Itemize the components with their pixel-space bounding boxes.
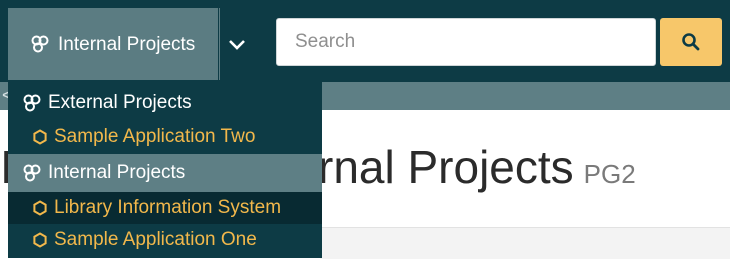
project-dropdown-menu: External Projects Sample Application Two… bbox=[8, 80, 322, 258]
menu-app-sample-application-two[interactable]: Sample Application Two bbox=[8, 121, 322, 153]
hexagon-icon bbox=[33, 129, 47, 145]
menu-group-external-projects[interactable]: External Projects bbox=[8, 87, 322, 119]
page-title-rest: rnal Projects bbox=[318, 141, 574, 193]
menu-item-label: Internal Projects bbox=[48, 162, 186, 183]
current-project-label: Internal Projects bbox=[58, 34, 196, 55]
chevron-down-icon bbox=[229, 40, 245, 50]
hexagon-icon bbox=[33, 200, 47, 216]
hexagon-icon bbox=[33, 232, 47, 248]
project-switcher[interactable]: Internal Projects bbox=[8, 8, 254, 82]
menu-item-label: Sample Application One bbox=[54, 229, 257, 250]
project-group-icon bbox=[23, 94, 41, 112]
search-button[interactable] bbox=[660, 18, 722, 66]
top-navbar: Internal Projects bbox=[0, 0, 730, 82]
search-input[interactable] bbox=[276, 18, 656, 66]
project-switcher-toggle[interactable] bbox=[220, 8, 254, 82]
menu-item-label: Sample Application Two bbox=[54, 126, 256, 147]
menu-app-library-information-system[interactable]: Library Information System bbox=[8, 192, 322, 224]
project-code: PG2 bbox=[583, 159, 636, 189]
menu-group-internal-projects[interactable]: Internal Projects bbox=[8, 154, 322, 192]
search-icon bbox=[682, 33, 700, 51]
project-group-icon bbox=[23, 164, 41, 182]
menu-item-label: Library Information System bbox=[54, 197, 282, 218]
menu-item-label: External Projects bbox=[48, 92, 192, 113]
content-panel bbox=[320, 227, 730, 259]
menu-app-sample-application-one[interactable]: Sample Application One bbox=[8, 224, 322, 256]
project-group-icon bbox=[31, 35, 49, 53]
switcher-divider bbox=[218, 8, 219, 82]
